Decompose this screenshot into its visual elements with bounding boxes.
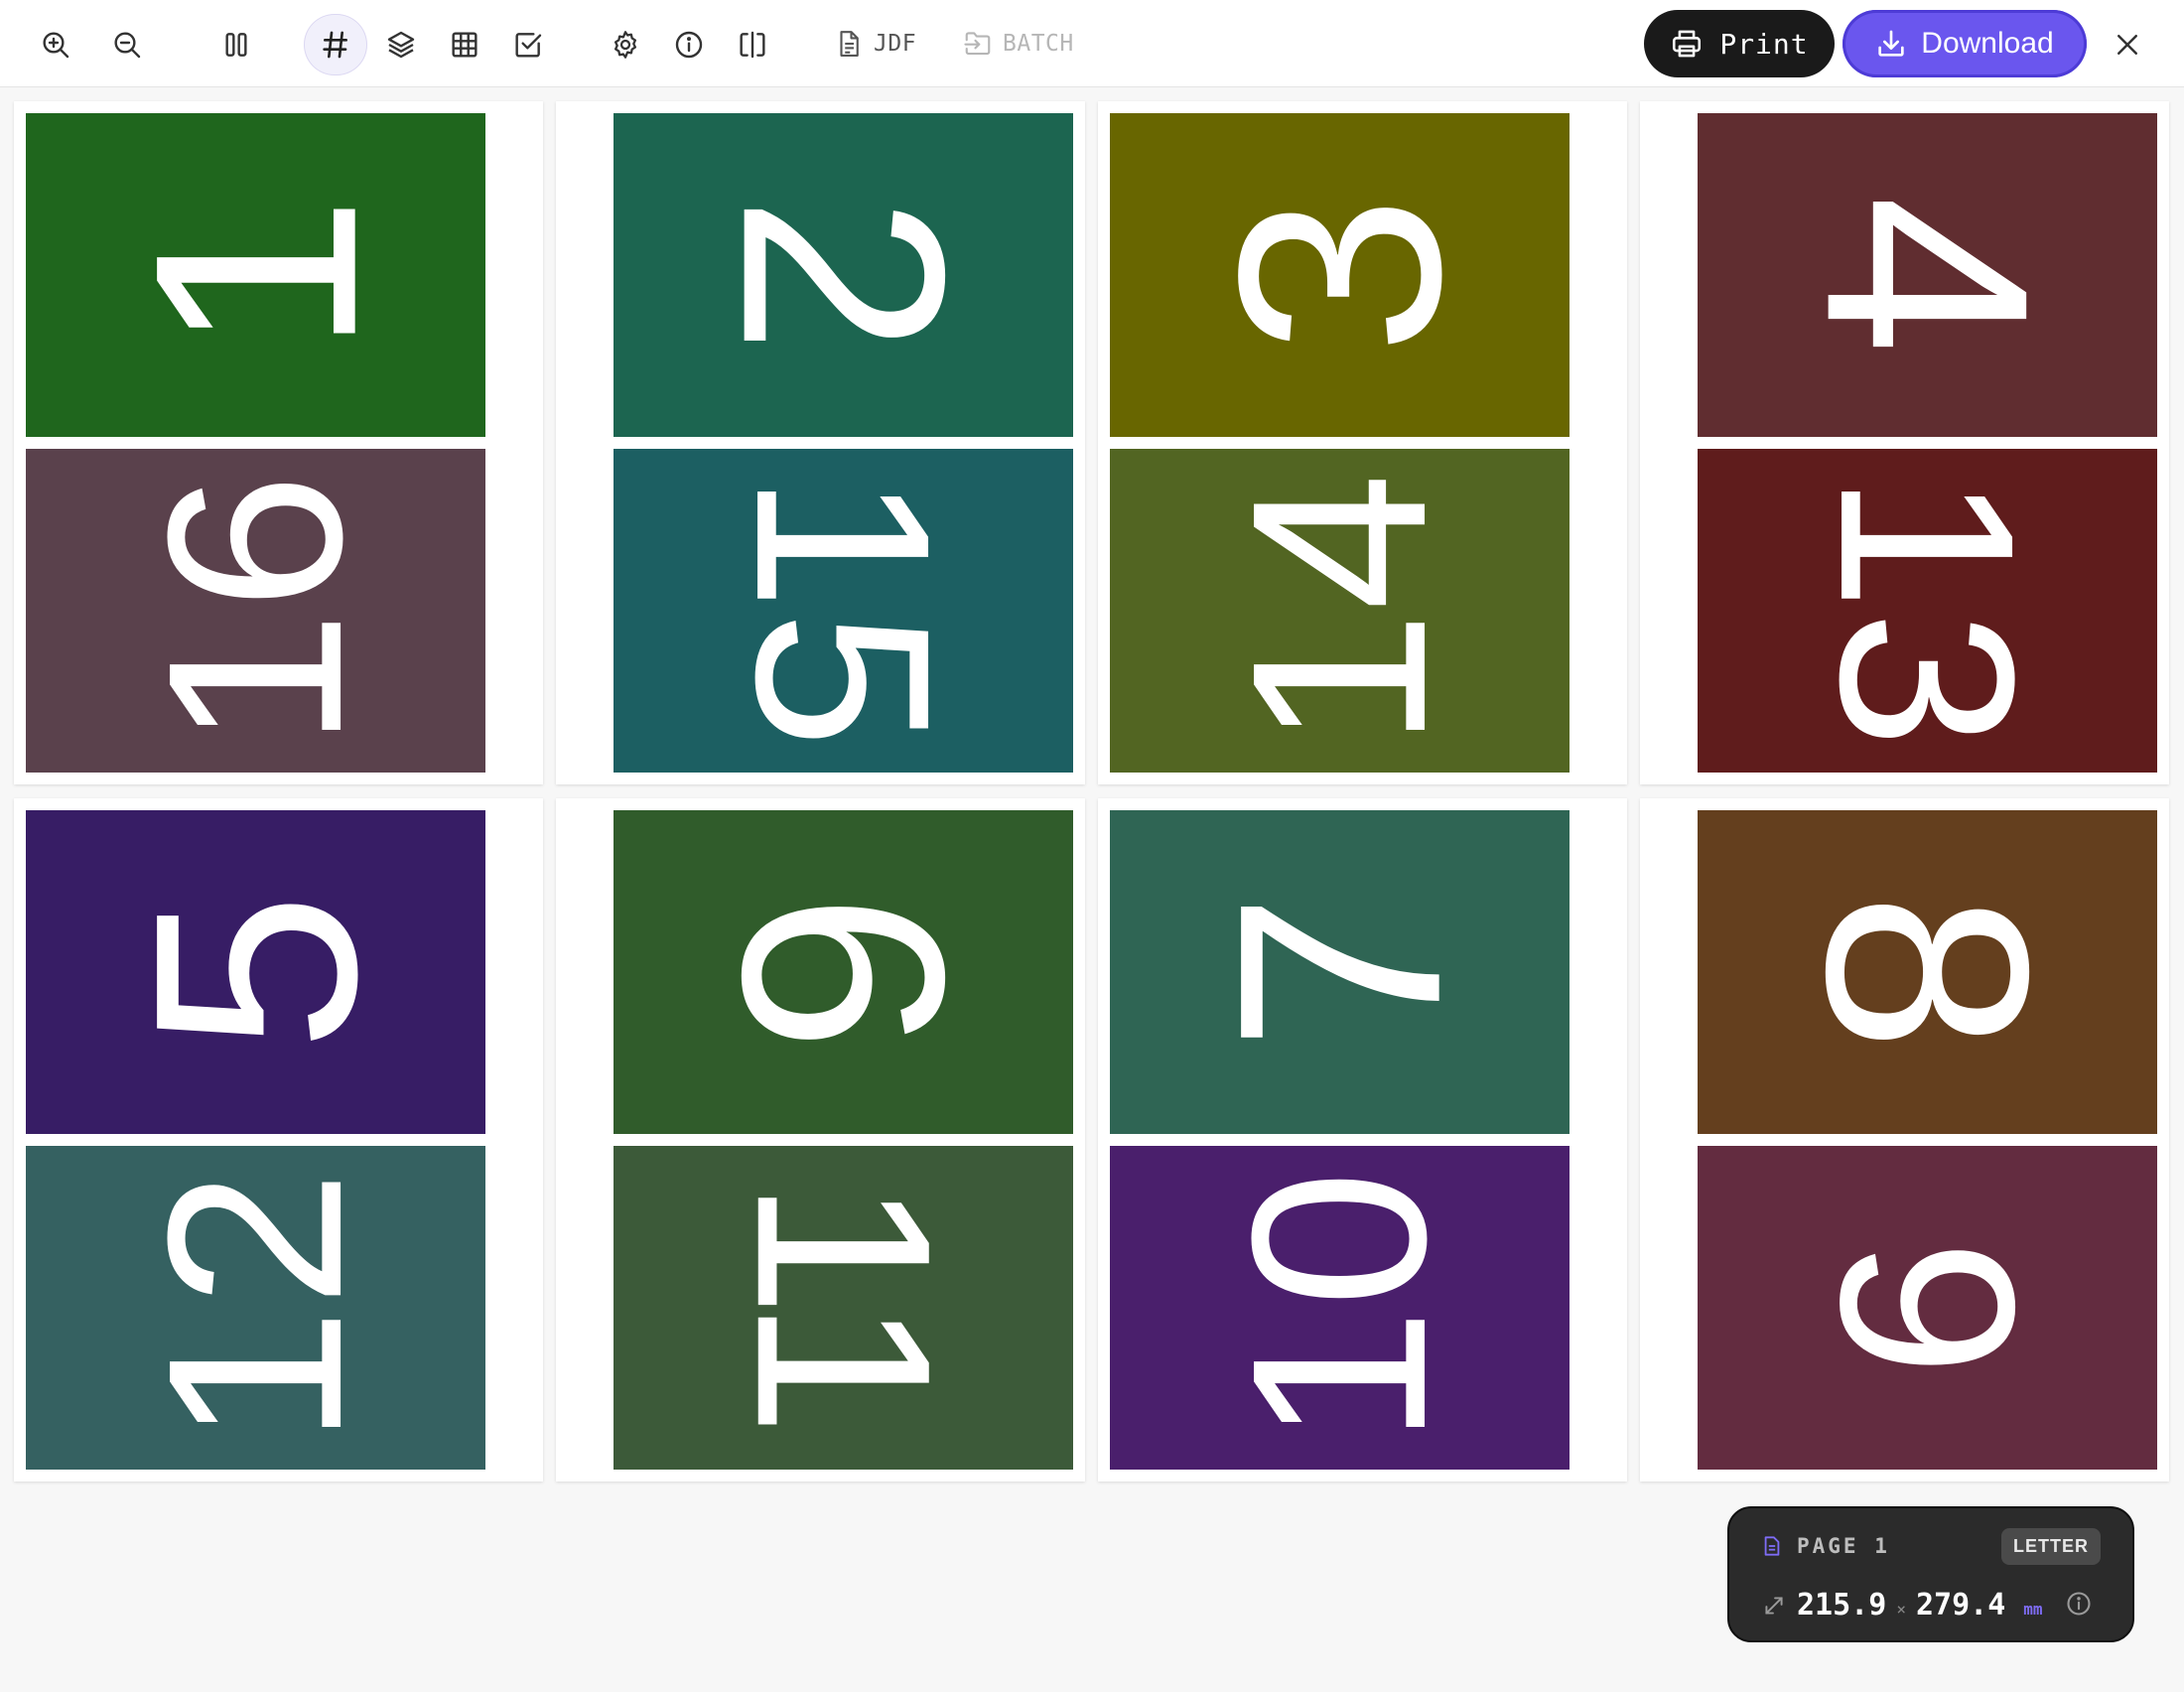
page-panel[interactable]: 16 <box>26 449 485 773</box>
page-number: 3 <box>1178 195 1501 355</box>
zoom-out-button[interactable] <box>95 14 159 75</box>
page-icon <box>1764 1536 1780 1556</box>
sheet: 1 16 <box>14 101 543 784</box>
resize-icon <box>1765 1596 1783 1615</box>
sheet: 5 12 <box>14 798 543 1481</box>
zoom-in-button[interactable] <box>24 14 87 75</box>
sheet: 4 13 <box>1640 101 2169 784</box>
spread-view-button[interactable] <box>721 14 784 75</box>
page-panel[interactable]: 3 <box>1110 113 1570 437</box>
close-button[interactable] <box>2103 20 2152 70</box>
toolbar: JDF BATCH Print Download <box>0 0 2184 87</box>
download-button[interactable]: Download <box>1843 10 2087 77</box>
sheet: 6 11 <box>556 798 1085 1481</box>
grid-icon <box>452 32 478 58</box>
checkbox-icon <box>515 33 542 58</box>
sheet: 7 10 <box>1098 798 1627 1481</box>
page-panel[interactable]: 15 <box>614 449 1073 773</box>
sheet: 8 9 <box>1640 798 2169 1481</box>
info-icon <box>675 31 703 59</box>
page-number: 16 <box>116 472 394 750</box>
jdf-button[interactable]: JDF <box>834 26 916 62</box>
page-panel[interactable]: 1 <box>26 113 485 437</box>
page-number: 7 <box>1178 892 1501 1053</box>
page-number: 4 <box>1766 195 2089 355</box>
page-panel[interactable]: 13 <box>1698 449 2157 773</box>
spread-icon <box>740 31 765 59</box>
page-number: 12 <box>116 1169 394 1447</box>
page-number: 13 <box>1789 472 2067 750</box>
sheet: 3 14 <box>1098 101 1627 784</box>
page-number: 6 <box>682 892 1005 1053</box>
page-panel[interactable]: 5 <box>26 810 485 1134</box>
info-button[interactable] <box>657 14 721 75</box>
page-panel[interactable]: 8 <box>1698 810 2157 1134</box>
page-width: 215.9 <box>1797 1588 1887 1622</box>
dimension-separator: × <box>1896 1600 1906 1619</box>
page-panel[interactable]: 4 <box>1698 113 2157 437</box>
page-number: 11 <box>705 1179 983 1437</box>
page-number: 2 <box>682 195 1005 355</box>
printer-icon <box>1673 30 1702 58</box>
print-button[interactable]: Print <box>1644 10 1835 77</box>
page-panel[interactable]: 7 <box>1110 810 1570 1134</box>
close-icon <box>2117 35 2137 55</box>
batch-button[interactable]: BATCH <box>963 26 1074 62</box>
page-number: 9 <box>1789 1238 2067 1377</box>
sheet: 2 15 <box>556 101 1085 784</box>
columns-icon <box>225 33 247 57</box>
page-panel[interactable]: 11 <box>614 1146 1073 1470</box>
columns-view-button[interactable] <box>205 14 268 75</box>
layers-button[interactable] <box>369 14 433 75</box>
page-number: 1 <box>94 195 417 355</box>
paper-format-badge: LETTER <box>2001 1528 2101 1565</box>
page-number: 8 <box>1766 892 2089 1053</box>
print-label: Print <box>1719 27 1809 61</box>
page-number: 15 <box>705 472 983 750</box>
batch-label: BATCH <box>1003 31 1074 57</box>
zoom-in-icon <box>43 32 69 59</box>
document-icon <box>840 31 859 57</box>
download-label: Download <box>1921 27 2054 60</box>
gear-icon <box>614 31 636 59</box>
page-numbers-toggle[interactable] <box>304 14 367 75</box>
page-number: 5 <box>94 892 417 1053</box>
grid-button[interactable] <box>433 14 496 75</box>
layers-icon <box>387 31 415 59</box>
settings-button[interactable] <box>594 14 657 75</box>
page-panel[interactable]: 10 <box>1110 1146 1570 1470</box>
import-icon <box>964 32 991 56</box>
page-label: PAGE 1 <box>1797 1534 1890 1558</box>
zoom-out-icon <box>114 32 141 59</box>
page-height: 279.4 <box>1915 1588 2006 1622</box>
download-icon <box>1878 30 1904 57</box>
page-panel[interactable]: 12 <box>26 1146 485 1470</box>
page-number: 14 <box>1200 472 1478 750</box>
page-panel[interactable]: 2 <box>614 113 1073 437</box>
page-number: 10 <box>1200 1169 1478 1447</box>
page-info-card: PAGE 1 LETTER 215.9 × 279.4 mm <box>1727 1506 2134 1642</box>
hash-icon <box>323 31 347 59</box>
unit-label: mm <box>2023 1600 2043 1619</box>
page-panel[interactable]: 14 <box>1110 449 1570 773</box>
jdf-label: JDF <box>874 31 917 57</box>
checklist-button[interactable] <box>496 14 560 75</box>
page-panel[interactable]: 9 <box>1698 1146 2157 1470</box>
info-icon[interactable] <box>2065 1590 2093 1618</box>
page-panel[interactable]: 6 <box>614 810 1073 1134</box>
